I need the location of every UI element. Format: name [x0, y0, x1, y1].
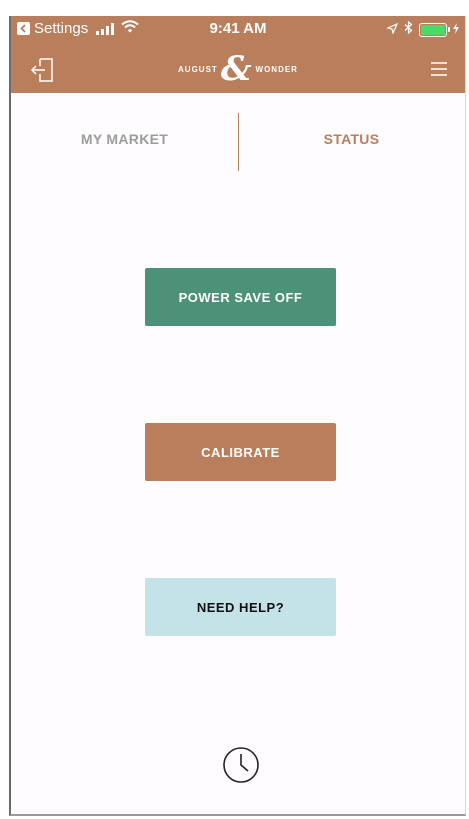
power-save-button[interactable]: POWER SAVE OFF [145, 268, 336, 326]
battery-fill [421, 25, 445, 35]
status-bar-right [386, 20, 459, 39]
bluetooth-icon [404, 20, 413, 39]
tab-bar: MY MARKET STATUS [11, 93, 465, 193]
charging-icon [453, 21, 459, 39]
app-bar: AUGUST & WONDER [11, 46, 465, 93]
need-help-button[interactable]: NEED HELP? [145, 578, 336, 636]
calibrate-label: CALIBRATE [201, 444, 280, 460]
tab-my-market[interactable]: MY MARKET [11, 131, 238, 147]
brand-ampersand: & [220, 49, 253, 89]
calibrate-button[interactable]: CALIBRATE [145, 423, 336, 481]
brand-logo: AUGUST & WONDER [11, 49, 465, 89]
power-save-label: POWER SAVE OFF [178, 289, 303, 305]
tab-status[interactable]: STATUS [238, 131, 465, 147]
status-bar: Settings 9:41 AM [11, 16, 465, 46]
hamburger-menu-icon[interactable] [429, 60, 449, 78]
location-icon [386, 21, 399, 39]
brand-right-text: WONDER [255, 64, 298, 74]
battery-icon [419, 23, 450, 37]
header: Settings 9:41 AM AUGUST & WONDER [11, 16, 465, 93]
clock-icon[interactable] [222, 746, 260, 784]
need-help-label: NEED HELP? [196, 599, 285, 615]
app-screen: Settings 9:41 AM AUGUST & WONDER MY MARK… [9, 16, 466, 816]
brand-left-text: AUGUST [178, 64, 218, 74]
